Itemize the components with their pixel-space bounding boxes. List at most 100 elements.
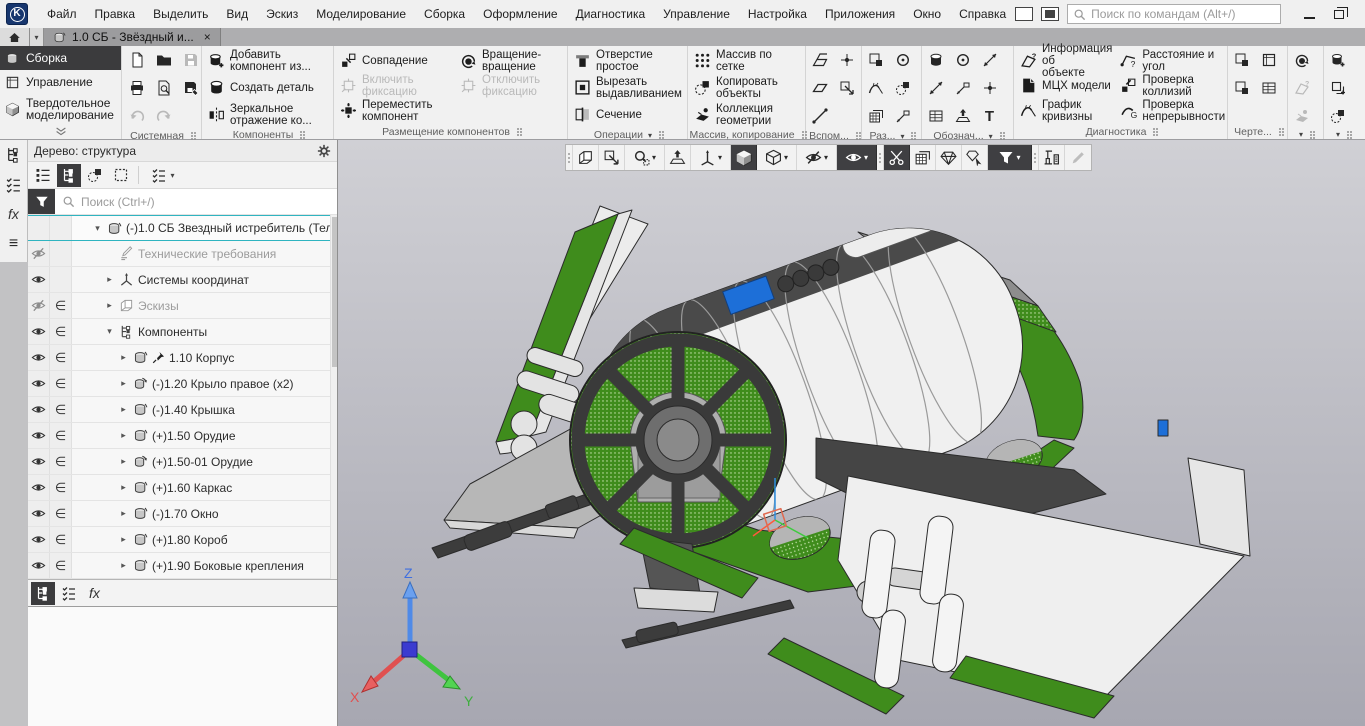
annotate-pen-button[interactable] [1065,145,1091,170]
tree-scrollbar[interactable] [330,215,337,579]
curvature-graph-button[interactable]: График кривизны [1017,98,1115,123]
group-grip[interactable] [1000,135,1002,137]
screen-layout-icon[interactable] [1041,7,1059,21]
tab-parameters[interactable] [57,582,81,605]
expander-icon[interactable]: ▸ [118,352,129,363]
menu-view[interactable]: Вид [217,0,257,28]
mcx-model-button[interactable]: МЦХ модели [1017,73,1115,98]
notation-diameter-button[interactable] [951,48,975,72]
group-expand-caret[interactable]: ▾ [1336,130,1340,139]
add-component-button[interactable]: Добавить компонент из... [205,48,314,73]
ship-geometry[interactable] [432,188,1250,718]
tree-row-okno[interactable]: ∈ ▸(-)1.70 Окно [28,501,337,527]
visibility-toggle[interactable] [28,397,50,422]
redo-button[interactable] [152,104,176,128]
visibility-toggle[interactable] [28,267,50,292]
gear-icon[interactable] [317,144,331,158]
minimize-button[interactable] [1295,3,1323,25]
import-component-button[interactable] [1290,48,1314,72]
filter-objects-button[interactable]: ▾ [988,145,1032,170]
tab-close-icon[interactable]: × [200,30,211,44]
tree-selection-button[interactable] [109,164,133,187]
tree-components-button[interactable] [83,164,107,187]
viewport-3d[interactable]: Z X Y ▾ ▾ ▾ ▾ ▾ [338,140,1365,726]
display-wireframe-button[interactable]: ▾ [757,145,797,170]
undo-button[interactable] [125,104,149,128]
section-view-button[interactable] [884,145,910,170]
zoom-area-button[interactable]: ▾ [625,145,665,170]
notation-datum-button[interactable] [951,76,975,100]
command-search-input[interactable] [1091,7,1275,21]
tree-row-bokovye[interactable]: ∈ ▸(+)1.90 Боковые крепления [28,553,337,579]
assembly-model[interactable]: Z X Y [338,140,1365,726]
visibility-toggle[interactable] [28,241,50,266]
notation-tolerance-button[interactable] [924,104,948,128]
layout-grid-button[interactable] [864,104,888,128]
expander-icon[interactable]: ▾ [92,223,103,234]
tab-variables[interactable]: fx [83,585,106,601]
drawing-sheet-button[interactable] [1257,48,1281,72]
measure-button[interactable] [1039,145,1065,170]
move-component-button[interactable]: Переместить компонент [337,98,455,123]
notation-base-button[interactable] [978,76,1002,100]
visibility-toggle[interactable] [28,371,50,396]
home-button[interactable] [0,28,30,46]
mode-solid-modeling[interactable]: Твердотельное моделирование [0,94,121,124]
expander-icon[interactable]: ▸ [118,378,129,389]
group-expand-caret[interactable]: ▾ [648,131,652,140]
expander-icon[interactable]: ▸ [118,430,129,441]
visibility-toggle[interactable] [28,423,50,448]
print-button[interactable] [125,76,149,100]
mirror-component-button[interactable]: Зеркальное отражение ко... [205,102,315,127]
blue-detail[interactable] [1158,420,1168,436]
notation-text-button[interactable]: T [978,104,1002,128]
notation-roughness-button[interactable] [924,48,948,72]
menu-window[interactable]: Окно [904,0,950,28]
simple-hole-button[interactable]: Отверстие простое [571,48,656,73]
toolbar-grip[interactable] [566,145,573,170]
tree-sequence-button[interactable] [31,164,55,187]
tree-structure-button[interactable] [57,164,81,187]
visibility-toggle[interactable] [28,501,50,526]
expander-icon[interactable]: ▸ [104,274,115,285]
component-info-button[interactable] [1290,76,1314,100]
orientation-button[interactable] [665,145,691,170]
expander-icon[interactable]: ▸ [118,508,129,519]
display-shaded-button[interactable] [731,145,757,170]
clip-box-button[interactable] [910,145,936,170]
preview-button[interactable] [152,76,176,100]
group-grip[interactable] [1310,134,1312,136]
construction-plane-button[interactable] [808,48,832,72]
menu-sketch[interactable]: Эскиз [257,0,307,28]
group-grip[interactable] [191,135,193,137]
drawing-view-button[interactable] [1230,48,1254,72]
menu-applications[interactable]: Приложения [816,0,904,28]
tree-row-korpus[interactable]: ∈ ▸1.10 Корпус [28,345,337,371]
group-grip[interactable] [1347,134,1349,136]
visibility-toggle[interactable] [28,319,50,344]
group-grip[interactable] [1153,131,1155,133]
menu-diagnostics[interactable]: Диагностика [567,0,655,28]
drawing-fragment-button[interactable] [1230,76,1254,100]
tree-row-coordinate-systems[interactable]: ▸Системы координат [28,267,337,293]
tree-row-sketches[interactable]: ∈ ▸Эскизы [28,293,337,319]
expander-icon[interactable]: ▸ [118,404,129,415]
save-button[interactable] [179,48,203,72]
tree-row-components[interactable]: ∈ ▾Компоненты [28,319,337,345]
menu-help[interactable]: Справка [950,0,1015,28]
menu-assembly[interactable]: Сборка [415,0,474,28]
collision-check-button[interactable]: Проверка коллизий [1117,73,1228,98]
mode-management[interactable]: Управление [0,70,121,94]
menu-management[interactable]: Управление [654,0,739,28]
control-points-button[interactable] [835,48,859,72]
sketch-contour-button[interactable] [573,145,599,170]
offset-plane-button[interactable] [808,76,832,100]
tree-row-krylo[interactable]: ∈ ▸(-)1.20 Крыло правое (x2) [28,371,337,397]
mode-assembly[interactable]: Сборка [0,46,121,70]
tree-display-options-button[interactable]: ▾ [144,164,182,187]
layout-contour-button[interactable] [891,76,915,100]
parameters-panel-button[interactable] [2,172,26,196]
visibility-toggle[interactable] [28,553,50,578]
disable-fixation-button[interactable]: Отключить фиксацию [457,73,544,98]
tab-structure[interactable] [31,582,55,605]
